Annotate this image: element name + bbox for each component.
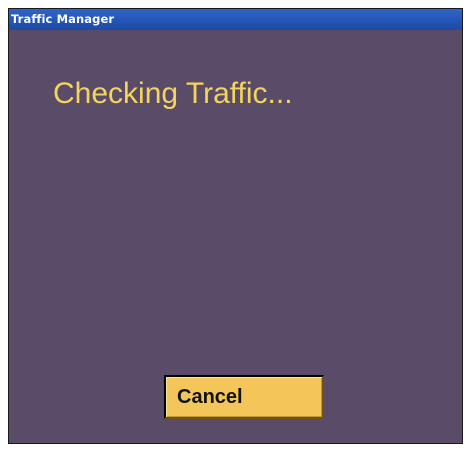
status-message: Checking Traffic... [53, 77, 293, 110]
cancel-button[interactable]: Cancel [164, 375, 324, 419]
traffic-manager-window: Traffic Manager Checking Traffic... Canc… [8, 8, 463, 444]
title-bar: Traffic Manager [9, 9, 462, 30]
window-title: Traffic Manager [11, 12, 115, 26]
